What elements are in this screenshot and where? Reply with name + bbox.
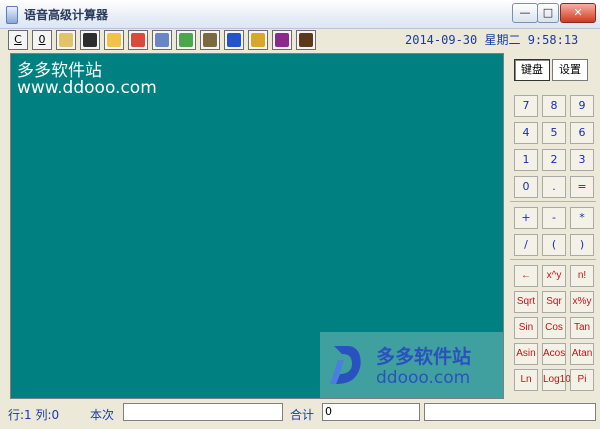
- key-0[interactable]: 0: [514, 176, 538, 198]
- toolbar-calendar-button[interactable]: [128, 30, 148, 50]
- toolbar-exit-button[interactable]: [272, 30, 292, 50]
- key-1[interactable]: 1: [514, 149, 538, 171]
- key-7[interactable]: 7: [514, 95, 538, 117]
- exit-icon: [275, 33, 289, 47]
- magnifier-icon: [155, 33, 169, 47]
- key-6[interactable]: 6: [570, 122, 594, 144]
- current-value-field[interactable]: [123, 403, 283, 421]
- app-icon: [6, 6, 18, 24]
- total-label: 合计: [290, 408, 315, 422]
- toolbar-help-button[interactable]: [224, 30, 244, 50]
- keypad-panel: 键盘 设置 7 8 9 4 5 6 1 2 3 0. = + - * /() ← x^y n! Sqrt Sqr x%y…: [508, 55, 598, 400]
- key-n[interactable]: n!: [570, 265, 594, 287]
- key-cos[interactable]: Cos: [542, 317, 566, 339]
- open-folder-icon: [107, 33, 121, 47]
- watermark-logo-icon: [330, 346, 361, 384]
- key-symbol[interactable]: -: [542, 207, 566, 229]
- key-tan[interactable]: Tan: [570, 317, 594, 339]
- toolbar-0-button[interactable]: 0: [32, 30, 52, 50]
- toolbar-open-button[interactable]: [104, 30, 124, 50]
- key-5[interactable]: 5: [542, 122, 566, 144]
- key-9[interactable]: 9: [570, 95, 594, 117]
- key-symbol[interactable]: (: [542, 234, 566, 256]
- key-pi[interactable]: Pi: [570, 369, 594, 391]
- key-x-y[interactable]: x^y: [542, 265, 566, 287]
- window-title: 语音高级计算器: [24, 8, 109, 22]
- key-symbol[interactable]: *: [570, 207, 594, 229]
- key-sin[interactable]: Sin: [514, 317, 538, 339]
- watermark: 多多软件站 ddooo.com: [320, 332, 503, 398]
- toolbar-find-button[interactable]: [152, 30, 172, 50]
- key-log10[interactable]: Log10: [542, 369, 571, 391]
- key-symbol[interactable]: ←: [514, 265, 538, 287]
- title-bar[interactable]: 语音高级计算器 — □ ✕: [0, 0, 600, 29]
- toolbar-sound-button[interactable]: [200, 30, 220, 50]
- key-symbol[interactable]: +: [514, 207, 538, 229]
- display-line-2: www.ddooo.com: [17, 78, 157, 98]
- key-symbol[interactable]: .: [542, 176, 566, 198]
- tab-keyboard[interactable]: 键盘: [514, 59, 550, 81]
- home-icon: [179, 33, 193, 47]
- key-symbol[interactable]: ): [570, 234, 594, 256]
- toolbar-tools-button[interactable]: [248, 30, 268, 50]
- key-8[interactable]: 8: [542, 95, 566, 117]
- toolbar-save-button[interactable]: [80, 30, 100, 50]
- calculator-window: 语音高级计算器 — □ ✕ C0 2014-09-30 星期二 9:58:13 …: [0, 0, 600, 429]
- keypad-divider: [510, 201, 596, 202]
- keypad-divider: [510, 259, 596, 260]
- total-value-field[interactable]: 0: [322, 403, 420, 421]
- watermark-site-url: ddooo.com: [376, 368, 471, 388]
- key-sqrt[interactable]: Sqrt: [514, 291, 538, 313]
- watermark-site-name: 多多软件站: [376, 346, 472, 368]
- key-symbol[interactable]: /: [514, 234, 538, 256]
- toolbar-c-button[interactable]: C: [8, 30, 28, 50]
- key-3[interactable]: 3: [570, 149, 594, 171]
- extra-status-field[interactable]: [424, 403, 596, 421]
- key-x-y[interactable]: x%y: [570, 291, 594, 313]
- pen-icon: [251, 33, 265, 47]
- maximize-button[interactable]: □: [537, 3, 559, 23]
- datetime-readout: 2014-09-30 星期二 9:58:13: [405, 33, 579, 47]
- help-icon: [227, 33, 241, 47]
- close-button[interactable]: ✕: [560, 3, 596, 23]
- key-asin[interactable]: Asin: [514, 343, 538, 365]
- minimize-button[interactable]: —: [512, 3, 538, 23]
- speaker-icon: [203, 33, 217, 47]
- toolbar-copy-button[interactable]: [56, 30, 76, 50]
- key-acos[interactable]: Acos: [542, 343, 566, 365]
- save-icon: [83, 33, 97, 47]
- door-icon: [299, 33, 313, 47]
- toolbar-quit-button[interactable]: [296, 30, 316, 50]
- key-ln[interactable]: Ln: [514, 369, 538, 391]
- key-symbol[interactable]: =: [570, 176, 594, 198]
- key-4[interactable]: 4: [514, 122, 538, 144]
- key-atan[interactable]: Atan: [570, 343, 594, 365]
- toolbar-home-button[interactable]: [176, 30, 196, 50]
- current-label: 本次: [90, 408, 115, 422]
- key-2[interactable]: 2: [542, 149, 566, 171]
- calendar-icon: [131, 33, 145, 47]
- key-sqr[interactable]: Sqr: [542, 291, 566, 313]
- row-col-indicator: 行:1 列:0: [8, 408, 60, 422]
- tab-settings[interactable]: 设置: [552, 59, 588, 81]
- copy-icon: [59, 33, 73, 47]
